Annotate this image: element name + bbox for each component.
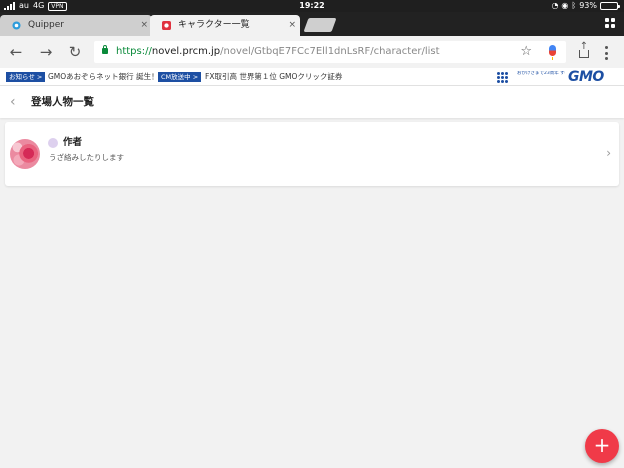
prcm-favicon-icon [162,21,171,30]
tab-title: キャラクター一覧 [178,20,250,30]
gmo-logo[interactable]: GMO [568,69,604,85]
bluetooth-icon: ᛒ [571,1,577,10]
character-avatar [10,139,40,169]
gmo-news-ticker: お知らせ > GMOあおぞらネット銀行 誕生！ CM放送中 > FX取引高 世界… [0,68,624,86]
url-scheme: https:// [116,46,152,57]
forward-arrow-icon[interactable]: → [36,42,56,62]
status-bar: au 4G VPN 19:22 ◔ ◉ ᛒ 93% [0,0,624,12]
share-icon[interactable]: ↑ [577,42,591,62]
add-character-button[interactable]: + [585,429,619,463]
voice-search-icon[interactable] [549,45,556,60]
url-path: /novel/GtbqE7FCc7Ell1dnLsRF/character/li… [220,46,440,57]
quipper-favicon-icon [12,21,21,30]
tab-character-list[interactable]: キャラクター一覧 × [150,15,300,36]
character-name: 作者 [63,137,83,148]
page-title: 登場人物一覧 [31,96,94,108]
tab-title: Quipper [28,20,64,30]
character-list-item[interactable]: 作者 うざ絡みしたりします › [5,122,619,186]
url-text[interactable]: https://novel.prcm.jp/novel/GtbqE7FCc7El… [116,41,440,63]
tab-close-icon[interactable]: × [140,15,148,36]
character-color-dot [48,138,58,148]
tab-switcher-icon[interactable] [605,18,615,28]
url-host: novel.prcm.jp [151,46,221,57]
browser-toolbar: ← → ↻ https://novel.prcm.jp/novel/GtbqE7… [0,36,624,68]
clock: 19:22 [299,1,325,10]
ticker-badge[interactable]: CM放送中 > [158,72,202,82]
back-arrow-icon[interactable]: ← [6,42,26,62]
location-icon: ◉ [561,1,569,10]
orientation-lock-icon: ◔ [551,1,559,10]
status-bar-right: ◔ ◉ ᛒ 93% [551,0,620,12]
more-menu-icon[interactable] [604,46,608,60]
bookmark-star-icon[interactable]: ☆ [520,42,532,62]
gmo-tagline: おかげさまで23周年 すべての人にインターネットを [517,71,565,76]
tab-quipper[interactable]: Quipper × [0,15,152,36]
ticker-badge[interactable]: お知らせ > [6,72,46,82]
battery-icon [600,2,620,10]
new-tab-button[interactable] [303,18,337,32]
tab-close-icon[interactable]: × [288,15,296,36]
tab-strip: Quipper × キャラクター一覧 × [0,12,624,36]
chevron-right-icon: › [606,146,611,160]
back-chevron-icon[interactable]: ‹ [10,93,16,111]
secure-lock-icon [102,45,108,54]
ticker-text[interactable]: FX取引高 世界第１位 GMOクリック証券 [205,68,342,86]
page-header: ‹ 登場人物一覧 [0,86,624,118]
reload-icon[interactable]: ↻ [65,42,85,62]
gmo-grid-icon [497,72,508,83]
character-description: うざ絡みしたりします [49,153,124,162]
address-bar[interactable]: https://novel.prcm.jp/novel/GtbqE7FCc7El… [94,41,566,63]
battery-percent: 93% [579,1,597,10]
ticker-text[interactable]: GMOあおぞらネット銀行 誕生！ [48,68,159,86]
